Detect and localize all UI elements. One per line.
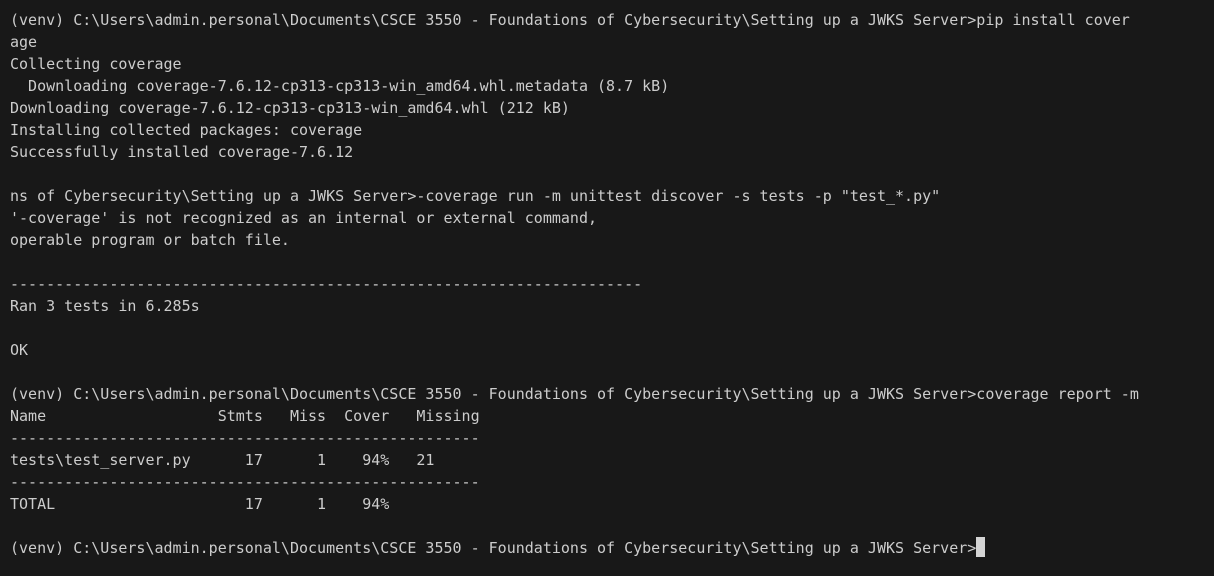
terminal-line: (venv) C:\Users\admin.personal\Documents… — [10, 11, 1130, 29]
terminal-line: age — [10, 33, 38, 51]
terminal-output: (venv) C:\Users\admin.personal\Documents… — [10, 9, 1204, 537]
text-cursor — [976, 537, 986, 557]
terminal-line: Ran 3 tests in 6.285s — [10, 297, 200, 315]
terminal-prompt-line[interactable]: (venv) C:\Users\admin.personal\Documents… — [10, 537, 1204, 559]
terminal-line: operable program or batch file. — [10, 231, 290, 249]
terminal-line: '-coverage' is not recognized as an inte… — [10, 209, 597, 227]
terminal-line: (venv) C:\Users\admin.personal\Documents… — [10, 385, 1139, 403]
terminal-window[interactable]: (venv) C:\Users\admin.personal\Documents… — [0, 0, 1214, 576]
terminal-line: ----------------------------------------… — [10, 275, 643, 293]
prompt-text: (venv) C:\Users\admin.personal\Documents… — [10, 539, 977, 557]
terminal-line: Collecting coverage — [10, 55, 182, 73]
terminal-line: ----------------------------------------… — [10, 473, 480, 491]
terminal-line: ----------------------------------------… — [10, 429, 480, 447]
terminal-line: Downloading coverage-7.6.12-cp313-cp313-… — [10, 99, 570, 117]
terminal-line: TOTAL 17 1 94% — [10, 495, 390, 513]
terminal-line: Downloading coverage-7.6.12-cp313-cp313-… — [10, 77, 670, 95]
terminal-line: Installing collected packages: coverage — [10, 121, 363, 139]
terminal-line: ns of Cybersecurity\Setting up a JWKS Se… — [10, 187, 941, 205]
terminal-line: Successfully installed coverage-7.6.12 — [10, 143, 354, 161]
terminal-line: tests\test_server.py 17 1 94% 21 — [10, 451, 435, 469]
terminal-line: OK — [10, 341, 29, 359]
terminal-line: Name Stmts Miss Cover Missing — [10, 407, 480, 425]
